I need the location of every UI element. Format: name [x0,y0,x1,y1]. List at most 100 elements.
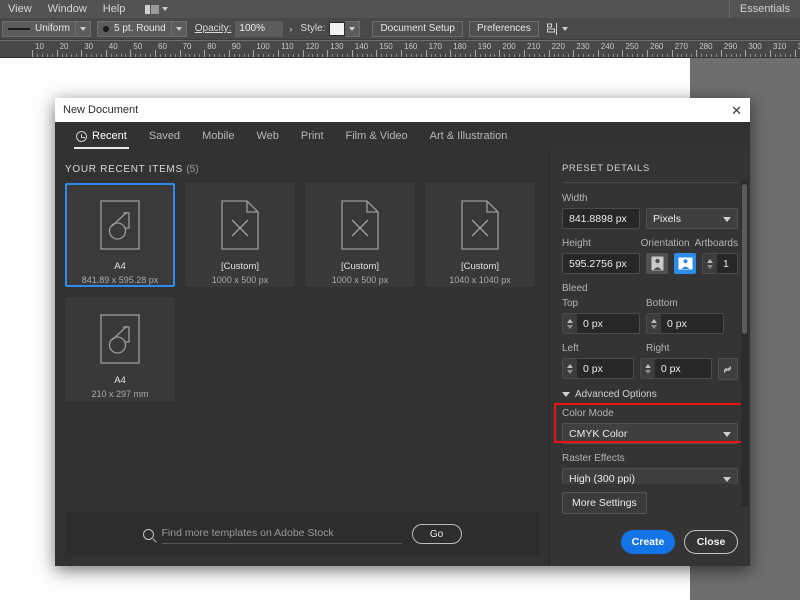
recent-items-count: (5) [186,164,199,175]
ruler-minor-tick [484,54,486,57]
adobe-stock-bar: Go [65,512,539,556]
link-glyph [724,365,732,373]
link-bleeds-icon[interactable] [717,358,738,380]
bleed-right-stepper[interactable]: 0 px [639,358,712,379]
stepper-up-icon [651,318,657,323]
horizontal-ruler[interactable]: 10 20 30 40 50 60 70 80 90 100 110 120 130 140 150 160 1… [0,41,800,58]
color-mode-select[interactable]: CMYK Color [562,423,738,444]
ruler-minor-tick [386,54,388,57]
ruler-major-tick [548,50,550,57]
brush-definition-dropdown[interactable] [171,20,187,37]
dialog-tab-saved[interactable]: Saved [138,122,191,150]
bleed-top-stepper[interactable]: 0 px [562,313,640,334]
dialog-tab-web[interactable]: Web [245,122,289,150]
ruler-minor-tick [332,54,334,57]
menu-item-window[interactable]: Window [40,0,95,18]
template-card[interactable]: [Custom] 1000 x 500 px [305,183,415,287]
create-button[interactable]: Create [621,530,675,554]
dialog-tab-print[interactable]: Print [290,122,335,150]
ruler-major-tick [228,50,230,57]
preset-scrollbar-thumb[interactable] [742,184,747,334]
units-select[interactable]: Pixels [646,208,738,229]
template-card-name: A4 [114,375,126,386]
artboards-stepper[interactable]: 1 [702,253,738,274]
preset-footer: More Settings Create Close [550,484,750,566]
opacity-value[interactable]: 100% [235,20,284,37]
search-icon [142,528,154,540]
style-dropdown[interactable] [345,20,361,37]
bleed-bottom-arrows[interactable] [647,314,661,333]
align-to-selection-icon[interactable] [546,22,568,35]
menu-item-help[interactable]: Help [95,0,134,18]
template-card-size: 1000 x 500 px [331,275,389,285]
orientation-landscape-icon[interactable] [674,253,696,274]
ruler-minor-tick [637,54,639,57]
style-swatch[interactable] [329,21,346,36]
dialog-tab-film-video[interactable]: Film & Video [335,122,419,150]
ruler-minor-tick [514,54,516,57]
raster-effects-select[interactable]: High (300 ppi) [562,468,738,484]
bleed-left-stepper[interactable]: 0 px [562,358,634,379]
landscape-glyph [678,257,692,270]
ruler-minor-tick [297,54,299,57]
ruler-minor-tick [706,54,708,57]
opacity-flyout-arrow[interactable]: › [283,24,298,34]
template-card[interactable]: [Custom] 1000 x 500 px [185,183,295,287]
bleed-right-arrows[interactable] [640,359,655,378]
close-button[interactable]: Close [684,530,738,554]
advanced-options-toggle[interactable]: Advanced Options [562,389,738,400]
dialog-tab-mobile[interactable]: Mobile [191,122,245,150]
ruler-major-tick [130,50,132,57]
bleed-bottom-stepper[interactable]: 0 px [646,313,724,334]
stroke-profile-dropdown[interactable] [76,20,92,37]
workspace-essentials-label[interactable]: Essentials [728,0,800,18]
template-card[interactable]: A4 841.89 x 595.28 px [65,183,175,287]
more-settings-button[interactable]: More Settings [562,492,647,514]
height-input[interactable]: 595.2756 px [562,253,640,274]
artboards-stepper-arrows[interactable] [703,254,717,273]
ruler-tick-label: 220 [551,42,565,51]
template-card[interactable]: A4 210 x 297 mm [65,297,175,401]
ruler-minor-tick [627,54,629,57]
ruler-minor-tick [519,54,521,57]
ruler-minor-tick [651,54,653,57]
ruler-tick-label: 250 [625,42,639,51]
dialog-tab-art-illustration[interactable]: Art & Illustration [419,122,519,150]
ruler-minor-tick [110,54,112,57]
new-document-dialog: New Document ✕ Recent Saved Mobile Web Print… [55,98,750,566]
ruler-minor-tick [691,54,693,57]
document-setup-button[interactable]: Document Setup [372,20,463,37]
width-input[interactable]: 841.8898 px [562,208,640,229]
menu-item-view[interactable]: View [0,0,40,18]
dialog-tab-recent[interactable]: Recent [65,122,138,150]
orientation-portrait-icon[interactable] [646,253,668,274]
preferences-button[interactable]: Preferences [468,20,539,37]
stepper-up-icon [707,258,713,263]
ruler-minor-tick [322,54,324,57]
ruler-minor-tick [135,54,137,57]
clock-icon [76,130,87,142]
bleed-bottom-label: Bottom [646,298,678,309]
bleed-left-arrows[interactable] [563,359,577,378]
opacity-label[interactable]: Opacity: [195,23,232,34]
ruler-tick-label: 240 [600,42,615,51]
ruler-minor-tick [587,54,589,57]
stock-search-input[interactable] [161,524,402,544]
ruler-tick-label: 90 [231,42,241,51]
stock-go-button[interactable]: Go [411,524,462,544]
brush-definition-field[interactable]: 5 pt. Round [97,20,172,37]
dialog-tab-label: Art & Illustration [429,130,508,142]
ruler-minor-tick [479,54,481,57]
ruler-minor-tick [91,54,93,57]
ruler-minor-tick [592,54,594,57]
preset-scrollbar[interactable] [741,180,748,506]
bleed-top-arrows[interactable] [563,314,577,333]
custom-document-icon [339,200,381,250]
template-card-name: [Custom] [340,261,379,272]
ruler-minor-tick [533,54,535,57]
stroke-profile-field[interactable]: Uniform [2,20,77,37]
close-icon[interactable]: ✕ [731,104,742,117]
dialog-action-buttons: Create Close [562,530,738,554]
workspace-switcher-icon[interactable] [139,4,174,14]
template-card[interactable]: [Custom] 1040 x 1040 px [425,183,535,287]
